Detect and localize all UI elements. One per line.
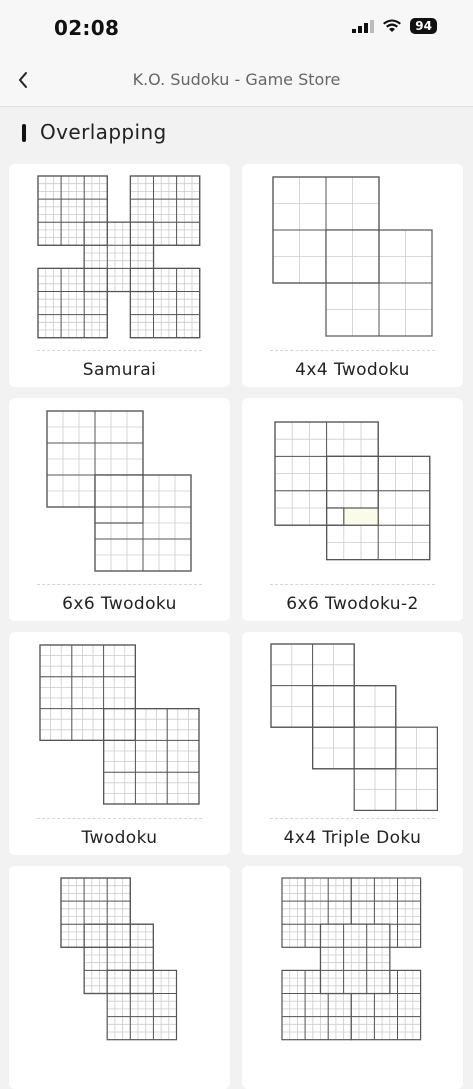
section-title: Overlapping xyxy=(40,120,167,144)
nav-bar: K.O. Sudoku - Game Store xyxy=(0,56,473,107)
wifi-icon xyxy=(383,19,402,32)
puzzle-card-6x6-twodoku[interactable]: 6x6 Twodoku xyxy=(9,398,230,621)
samurai-grid-icon xyxy=(37,175,201,339)
card-divider xyxy=(37,584,202,585)
section-header: Overlapping xyxy=(0,120,473,150)
status-time: 02:08 xyxy=(54,16,120,40)
multi-doku-grid-icon xyxy=(281,877,422,1041)
puzzle-card-twodoku[interactable]: Twodoku xyxy=(9,632,230,855)
battery-icon: 94 xyxy=(410,18,437,34)
puzzle-card-4x4-twodoku[interactable]: 4x4 Twodoku xyxy=(242,164,463,387)
signal-icon xyxy=(352,20,375,33)
puzzle-card-4x4-triple-doku[interactable]: 4x4 Triple Doku xyxy=(242,632,463,855)
card-label: Twodoku xyxy=(81,828,158,848)
card-divider xyxy=(37,818,202,819)
twodoku-grid-icon xyxy=(39,644,200,805)
puzzle-card-7[interactable] xyxy=(9,866,230,1089)
puzzle-card-8[interactable] xyxy=(242,866,463,1089)
card-divider xyxy=(37,350,202,351)
triple-doku-4x4-grid-icon xyxy=(270,643,438,811)
triple-doku-grid-icon xyxy=(60,877,178,1041)
twodoku-4x4-grid-icon xyxy=(272,176,433,337)
twodoku-6x6-grid-icon xyxy=(46,410,192,572)
card-label: Samurai xyxy=(82,360,157,380)
puzzle-card-samurai[interactable]: Samurai xyxy=(9,164,230,387)
card-label: 4x4 Triple Doku xyxy=(283,828,422,848)
card-label: 6x6 Twodoku xyxy=(62,594,177,614)
page-title: K.O. Sudoku - Game Store xyxy=(132,70,341,89)
card-divider xyxy=(270,350,435,351)
twodoku-6x6-2-grid-icon xyxy=(274,421,431,561)
puzzle-card-6x6-twodoku-2[interactable]: 6x6 Twodoku-2 xyxy=(242,398,463,621)
card-divider xyxy=(270,818,435,819)
status-bar: 02:08 94 xyxy=(0,0,473,56)
status-icons: 94 xyxy=(352,18,437,34)
card-label: 6x6 Twodoku-2 xyxy=(286,594,419,614)
section-marker xyxy=(22,124,26,142)
card-label: 4x4 Twodoku xyxy=(295,360,410,380)
card-divider xyxy=(270,584,435,585)
